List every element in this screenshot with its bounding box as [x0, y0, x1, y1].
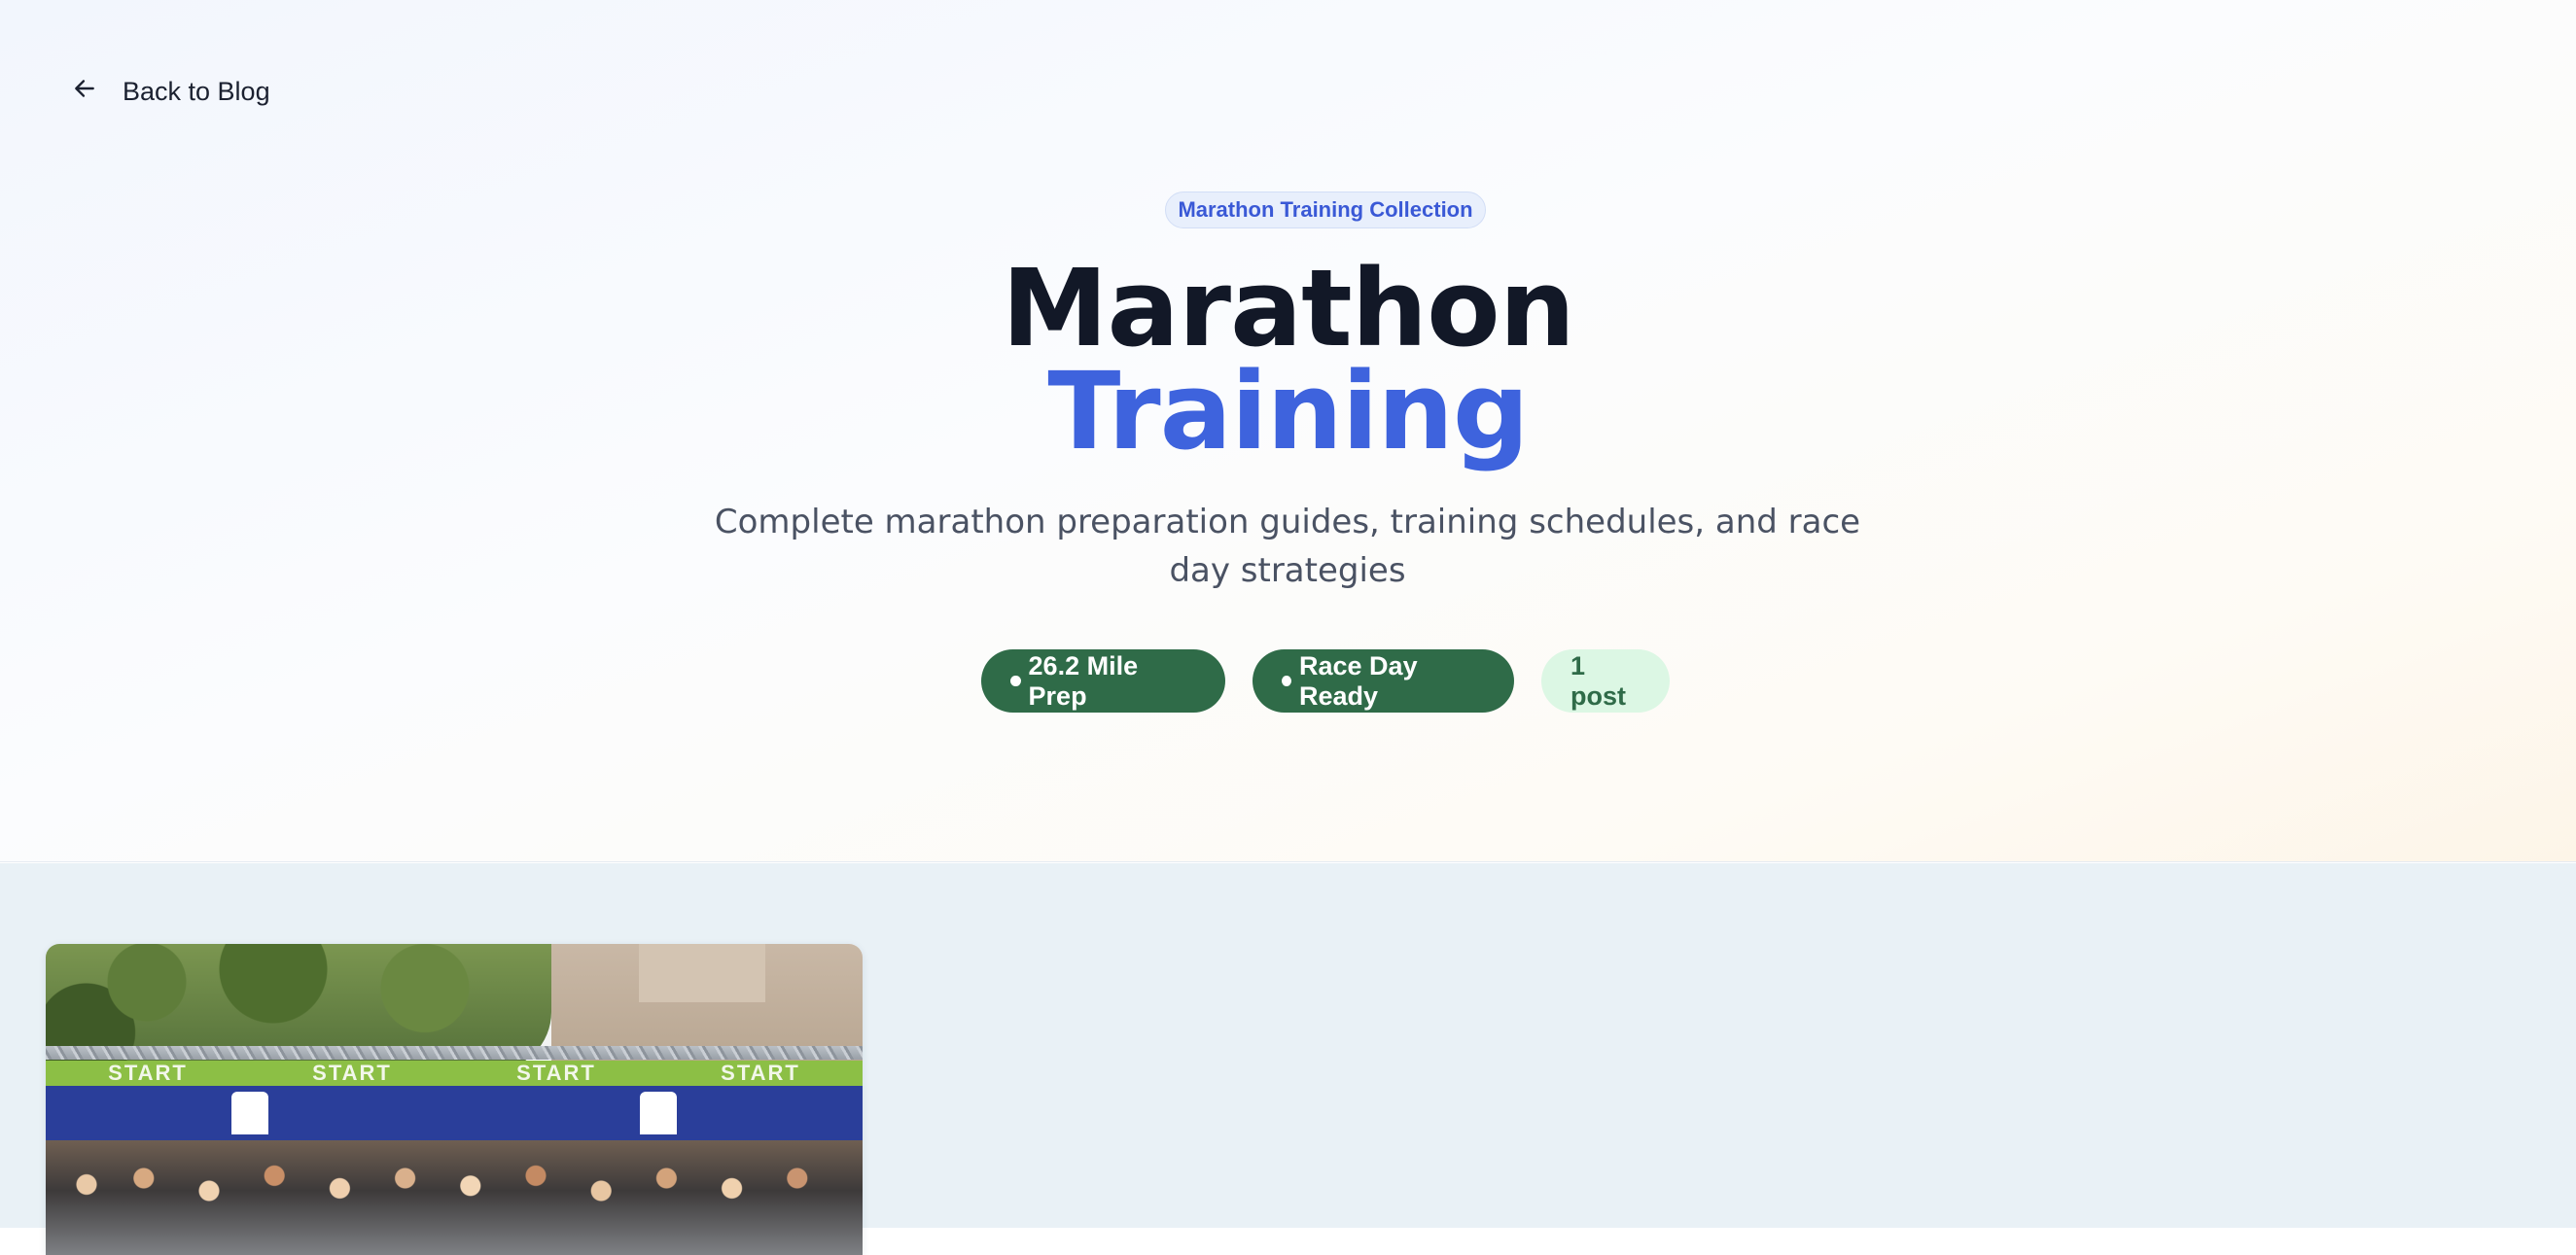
arch-icon: [231, 1092, 268, 1134]
start-banner: START START START START: [46, 1061, 863, 1086]
post-count-badge: 1 post: [1541, 649, 1670, 713]
page-title-line2: Training: [1047, 349, 1529, 473]
arch-icon: [640, 1092, 677, 1134]
badge-row: 26.2 Mile Prep Race Day Ready 1 post: [981, 649, 1670, 713]
sponsor-logo: [231, 1092, 268, 1134]
badge-race-day: Race Day Ready: [1253, 649, 1514, 713]
runners-crowd: [46, 1140, 863, 1255]
posts-section: START START START START: [0, 863, 2576, 1255]
dot-icon: [1010, 676, 1021, 686]
collection-badge: Marathon Training Collection: [1165, 192, 1486, 228]
post-card[interactable]: START START START START: [46, 944, 863, 1255]
page-title-line1: Marathon: [1002, 246, 1575, 370]
back-to-blog-label: Back to Blog: [123, 77, 270, 106]
dot-icon: [1282, 676, 1291, 686]
sponsor-banner: [46, 1086, 863, 1140]
badge-label: 26.2 Mile Prep: [1028, 650, 1139, 711]
hero-section: Back to Blog Marathon Training Collectio…: [0, 0, 2576, 862]
page-subtitle: Complete marathon preparation guides, tr…: [714, 503, 1861, 590]
back-to-blog-link[interactable]: Back to Blog: [72, 76, 270, 108]
post-thumbnail-image: START START START START: [46, 944, 863, 1255]
arrow-left-icon: [72, 76, 97, 108]
badge-mile-prep: 26.2 Mile Prep: [981, 649, 1225, 713]
badge-label: Race Day Ready: [1299, 650, 1418, 711]
post-count-label: 1 post: [1570, 650, 1626, 711]
sponsor-logo: [640, 1092, 677, 1134]
